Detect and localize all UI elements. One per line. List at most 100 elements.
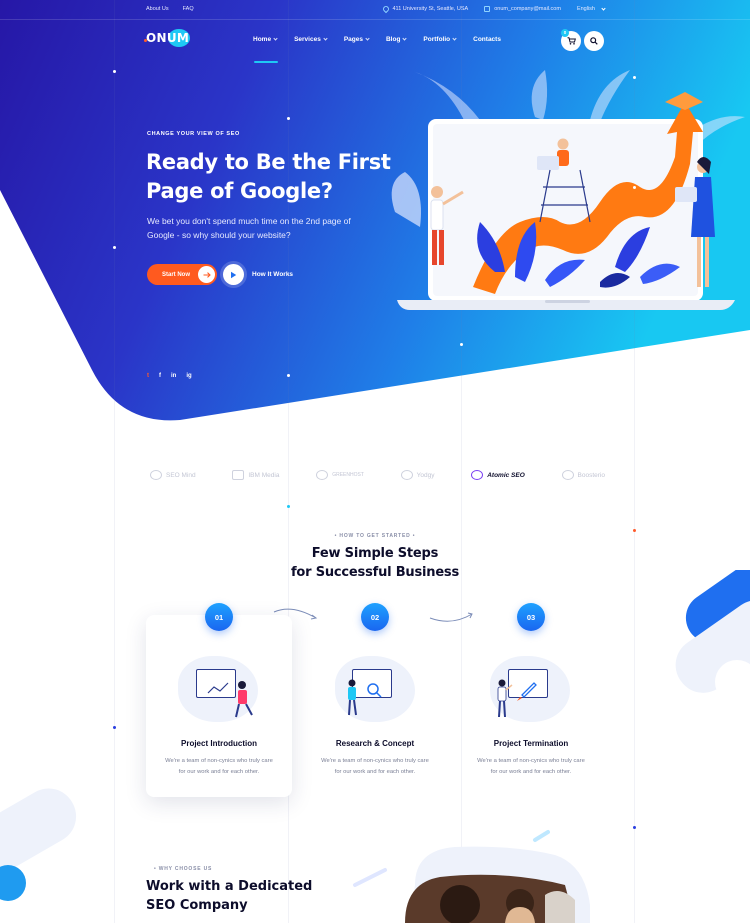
- email-text[interactable]: onum_company@mail.com: [494, 6, 561, 12]
- brand-icon: [561, 470, 574, 480]
- brand-icon: [316, 470, 329, 480]
- brand-name: Boosterio: [577, 471, 605, 479]
- faq-link[interactable]: FAQ: [183, 6, 194, 12]
- arrow-right-icon: [198, 266, 215, 283]
- brand-logo[interactable]: Atomic SEO: [471, 470, 525, 480]
- about-link[interactable]: About Us: [146, 6, 169, 12]
- nav-home[interactable]: Home: [253, 36, 278, 43]
- brand-name: Yodgy: [416, 471, 435, 479]
- brand-logo[interactable]: SEO Mind: [150, 470, 196, 480]
- logo[interactable]: ONUM: [144, 29, 190, 47]
- hero-subtitle: We bet you don't spend much time on the …: [147, 216, 351, 240]
- nav-pages-label[interactable]: Pages: [344, 36, 363, 43]
- main-nav: Home Services Pages Blog Portfolio Conta…: [253, 36, 518, 43]
- step-desc-2: We're a team of non-cynics who truly car…: [321, 758, 429, 775]
- chevron-down-icon: [601, 5, 606, 11]
- nav-contacts-label[interactable]: Contacts: [473, 36, 501, 43]
- logo-text: ONUM: [146, 31, 190, 45]
- nav-portfolio-label[interactable]: Portfolio: [423, 36, 450, 43]
- play-video-button[interactable]: [223, 264, 244, 285]
- hero-kicker: CHANGE YOUR VIEW OF SEO: [147, 131, 240, 137]
- chevron-down-icon: [273, 36, 278, 41]
- brand-name: IBM Media: [248, 471, 280, 479]
- why-kicker-text: WHY CHOOSE US: [158, 866, 213, 872]
- instagram-icon[interactable]: ig: [186, 373, 191, 379]
- steps-title-line2: for Successful Business: [290, 565, 460, 580]
- steps-kicker: • HOW TO GET STARTED •: [334, 533, 416, 539]
- nav-services[interactable]: Services: [294, 36, 328, 43]
- hero-illustration: [391, 70, 745, 310]
- social-links: t f in ig: [147, 373, 192, 379]
- decor-dot: [460, 343, 463, 346]
- team-photo: [405, 846, 590, 923]
- decor-dot: [633, 186, 636, 189]
- brand-logo[interactable]: Boosterio: [561, 470, 605, 480]
- rocket-figure-icon: [497, 679, 537, 718]
- decor-pills-right: [675, 570, 750, 704]
- steps-title-line1: Few Simple Steps: [311, 546, 439, 561]
- chevron-down-icon: [402, 36, 408, 41]
- step-number-3: 03: [517, 603, 545, 631]
- step-number-1: 01: [205, 603, 233, 631]
- step-connector-arrow: [429, 612, 473, 622]
- decor-dot: [113, 246, 116, 249]
- cart-count-badge: 0: [561, 29, 569, 37]
- nav-blog[interactable]: Blog: [386, 36, 408, 43]
- play-icon: [231, 271, 237, 278]
- magnifier-figure-icon: [348, 679, 382, 716]
- address: 411 University St, Seattle, USA: [381, 4, 469, 14]
- why-title: Work with a Dedicated SEO Company: [146, 879, 313, 913]
- facebook-icon[interactable]: f: [159, 373, 161, 379]
- how-it-works-link[interactable]: How It Works: [252, 271, 293, 278]
- step-number-2: 02: [361, 603, 389, 631]
- search-button[interactable]: [584, 31, 604, 51]
- nav-blog-label[interactable]: Blog: [386, 36, 400, 43]
- decor-dot: [287, 117, 290, 120]
- brand-icon: [400, 470, 413, 480]
- top-bar: About Us FAQ 411 University St, Seattle,…: [0, 0, 750, 20]
- brand-icon: [471, 470, 484, 480]
- brand-name: GREENHOST: [332, 472, 364, 478]
- steps-kicker-text: HOW TO GET STARTED: [339, 533, 411, 539]
- mail-icon: [484, 6, 491, 12]
- nav-home-label[interactable]: Home: [253, 36, 271, 43]
- nav-contacts[interactable]: Contacts: [473, 36, 501, 43]
- brand-logo[interactable]: Yodgy: [400, 470, 435, 480]
- brand-icon: [232, 470, 245, 480]
- nav-active-indicator: [254, 61, 278, 63]
- decor-dot: [633, 826, 636, 829]
- brand-logo[interactable]: IBM Media: [232, 470, 279, 480]
- step-title-3: Project Termination: [493, 739, 569, 748]
- decor-dot: [633, 76, 636, 79]
- step-desc-1: We're a team of non-cynics who truly car…: [165, 758, 273, 775]
- search-icon: [590, 37, 598, 45]
- nav-services-label[interactable]: Services: [294, 36, 321, 43]
- brand-logo[interactable]: GREENHOST: [316, 470, 364, 480]
- decor-blob-left: [0, 788, 77, 901]
- decor-dot: [113, 70, 116, 73]
- nav-portfolio[interactable]: Portfolio: [423, 36, 457, 43]
- nav-pages[interactable]: Pages: [344, 36, 370, 43]
- language-label[interactable]: English: [577, 6, 595, 12]
- step-title-2: Research & Concept: [335, 739, 415, 748]
- hero-title: Ready to Be the First Page of Google?: [146, 150, 391, 203]
- decor-dot: [113, 726, 116, 729]
- start-now-label[interactable]: Start Now: [162, 272, 190, 278]
- address-text: 411 University St, Seattle, USA: [392, 6, 469, 12]
- twitter-icon[interactable]: t: [147, 373, 149, 379]
- why-kicker: • WHY CHOOSE US: [154, 866, 213, 872]
- location-pin-icon: [381, 4, 390, 14]
- chevron-down-icon: [365, 36, 370, 41]
- language-select[interactable]: English: [577, 5, 606, 12]
- cart-icon: [567, 37, 576, 45]
- brand-icon: [150, 470, 162, 480]
- chevron-down-icon: [323, 36, 328, 41]
- step-desc-3: We're a team of non-cynics who truly car…: [477, 758, 585, 775]
- chevron-down-icon: [452, 36, 457, 41]
- start-now-button[interactable]: Start Now: [147, 264, 217, 285]
- brand-name: SEO Mind: [166, 471, 196, 479]
- linkedin-icon[interactable]: in: [171, 373, 176, 379]
- decor-dot: [287, 374, 290, 377]
- email[interactable]: onum_company@mail.com: [484, 6, 561, 12]
- brand-logos: SEO Mind IBM Media GREENHOST Yodgy Atomi…: [150, 470, 605, 480]
